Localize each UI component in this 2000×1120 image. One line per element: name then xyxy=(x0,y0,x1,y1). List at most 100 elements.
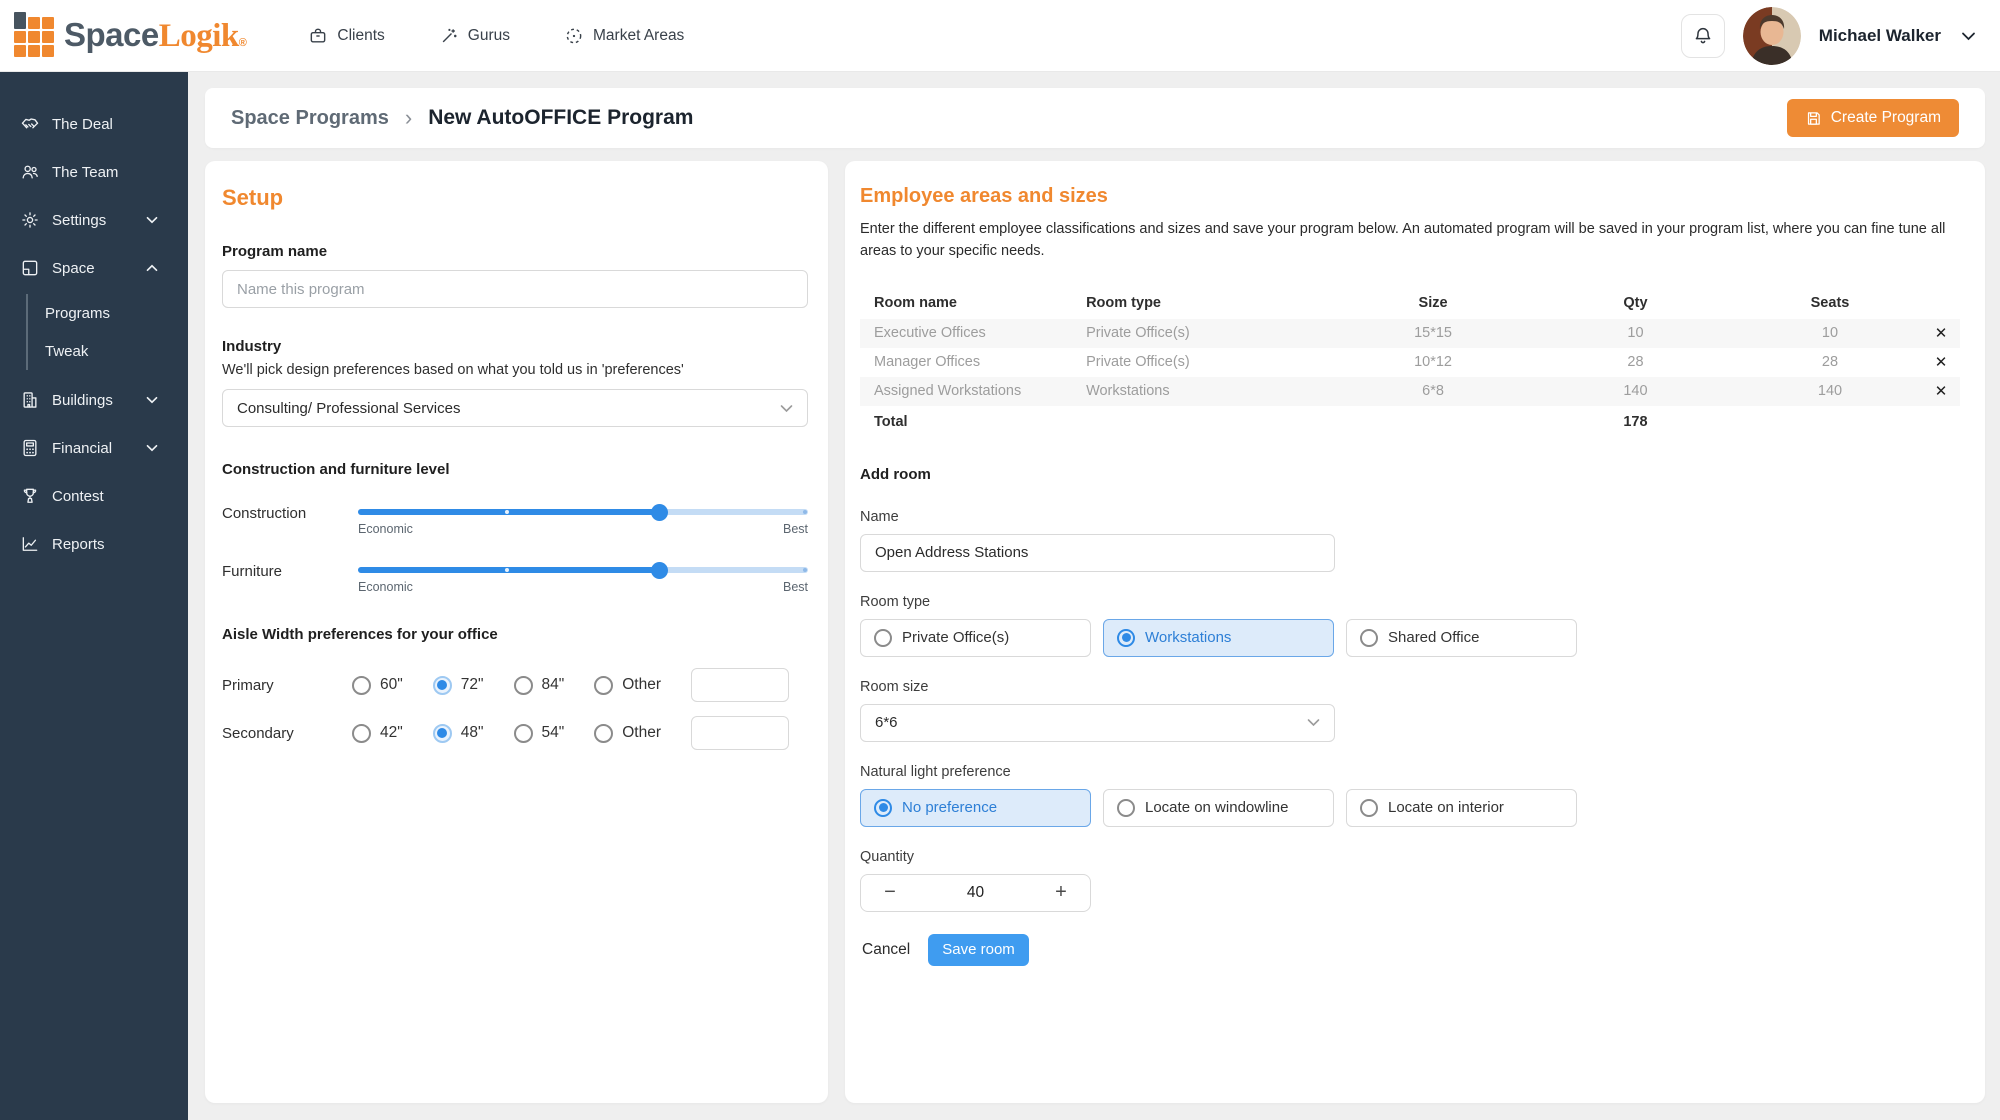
sidebar-item-label: Space xyxy=(52,260,95,277)
team-icon xyxy=(20,162,52,182)
chevron-down-icon[interactable] xyxy=(1961,31,1976,41)
room-name-label: Name xyxy=(860,509,1335,525)
program-name-input[interactable] xyxy=(222,270,808,308)
delete-row-button[interactable]: ✕ xyxy=(1922,382,1960,400)
sidebar-space-submenu: Programs Tweak xyxy=(26,294,188,370)
chevron-down-icon xyxy=(146,216,170,224)
breadcrumb-parent-link[interactable]: Space Programs xyxy=(231,107,389,130)
nav-market-areas[interactable]: Market Areas xyxy=(564,26,684,46)
light-option-interior[interactable]: Locate on interior xyxy=(1346,789,1577,827)
brand-logo-icon xyxy=(14,15,56,57)
construction-slider-handle[interactable] xyxy=(651,504,668,521)
room-size-select[interactable]: 6*6 xyxy=(860,704,1335,742)
table-total-row: Total 178 xyxy=(860,406,1960,438)
table-row: Manager Offices Private Office(s) 10*12 … xyxy=(860,348,1960,377)
industry-select-value: Consulting/ Professional Services xyxy=(237,400,460,417)
chevron-down-icon xyxy=(780,404,793,413)
create-program-button[interactable]: Create Program xyxy=(1787,99,1959,137)
slider-min-label: Economic xyxy=(358,580,413,594)
save-room-button[interactable]: Save room xyxy=(928,934,1029,966)
registered-mark: ® xyxy=(239,37,247,49)
room-name-input[interactable] xyxy=(860,534,1335,572)
chart-line-icon xyxy=(20,534,52,554)
construction-slider[interactable] xyxy=(358,509,808,515)
sidebar: The Deal The Team Settings Space Program… xyxy=(0,72,188,1120)
sidebar-item-label: Contest xyxy=(52,488,104,505)
user-avatar[interactable] xyxy=(1743,7,1801,65)
user-name[interactable]: Michael Walker xyxy=(1819,26,1941,46)
primary-aisle-option-84[interactable]: 84" xyxy=(514,676,565,695)
room-type-option-shared-office[interactable]: Shared Office xyxy=(1346,619,1577,657)
sidebar-item-the-team[interactable]: The Team xyxy=(0,148,188,196)
quantity-decrement-button[interactable]: − xyxy=(861,875,919,911)
construction-level-heading: Construction and furniture level xyxy=(222,461,808,478)
magic-wand-icon xyxy=(439,26,459,46)
sidebar-item-programs[interactable]: Programs xyxy=(45,294,188,332)
light-option-windowline[interactable]: Locate on windowline xyxy=(1103,789,1334,827)
radio-icon xyxy=(514,724,533,743)
secondary-aisle-option-42[interactable]: 42" xyxy=(352,724,403,743)
radio-selected-icon xyxy=(433,724,452,743)
chevron-down-icon xyxy=(146,396,170,404)
app-window: SpaceLogik® Clients Gurus Market Areas xyxy=(0,0,2000,1120)
sidebar-item-label: Reports xyxy=(52,536,105,553)
nav-gurus[interactable]: Gurus xyxy=(439,26,510,46)
primary-aisle-other-input[interactable] xyxy=(691,668,789,702)
radio-icon xyxy=(594,724,613,743)
secondary-aisle-other-input[interactable] xyxy=(691,716,789,750)
furniture-slider-label: Furniture xyxy=(222,562,338,580)
room-type-option-private-offices[interactable]: Private Office(s) xyxy=(860,619,1091,657)
delete-row-button[interactable]: ✕ xyxy=(1922,353,1960,371)
secondary-aisle-option-54[interactable]: 54" xyxy=(514,724,565,743)
furniture-slider[interactable] xyxy=(358,567,808,573)
trophy-icon xyxy=(20,486,52,506)
save-icon xyxy=(1805,110,1822,127)
sidebar-item-contest[interactable]: Contest xyxy=(0,472,188,520)
light-option-no-preference[interactable]: No preference xyxy=(860,789,1091,827)
employee-areas-card: Employee areas and sizes Enter the diffe… xyxy=(845,161,1985,1103)
radio-icon xyxy=(1360,629,1378,647)
radio-icon xyxy=(514,676,533,695)
sidebar-item-the-deal[interactable]: The Deal xyxy=(0,100,188,148)
employee-areas-title: Employee areas and sizes xyxy=(860,185,1960,208)
sidebar-item-reports[interactable]: Reports xyxy=(0,520,188,568)
nav-gurus-label: Gurus xyxy=(468,27,510,45)
primary-aisle-option-other[interactable]: Other xyxy=(594,676,661,695)
total-qty: 178 xyxy=(1533,414,1738,430)
table-row: Executive Offices Private Office(s) 15*1… xyxy=(860,319,1960,348)
furniture-slider-handle[interactable] xyxy=(651,562,668,579)
sidebar-item-label: Buildings xyxy=(52,392,113,409)
sidebar-item-settings[interactable]: Settings xyxy=(0,196,188,244)
breadcrumb-bar: Space Programs › New AutoOFFICE Program … xyxy=(205,88,1985,148)
sidebar-item-buildings[interactable]: Buildings xyxy=(0,376,188,424)
radio-icon xyxy=(874,629,892,647)
primary-aisle-option-60[interactable]: 60" xyxy=(352,676,403,695)
radio-icon xyxy=(594,676,613,695)
sidebar-item-tweak[interactable]: Tweak xyxy=(45,332,188,370)
cancel-button[interactable]: Cancel xyxy=(860,937,912,963)
sidebar-item-space[interactable]: Space xyxy=(0,244,188,292)
rooms-table-header: Room name Room type Size Qty Seats xyxy=(860,287,1960,319)
aisle-heading: Aisle Width preferences for your office xyxy=(222,626,808,643)
sidebar-item-label: The Deal xyxy=(52,116,113,133)
brand-logo[interactable]: SpaceLogik® xyxy=(14,15,246,57)
sidebar-item-label: The Team xyxy=(52,164,118,181)
sidebar-item-financial[interactable]: Financial xyxy=(0,424,188,472)
delete-row-button[interactable]: ✕ xyxy=(1922,324,1960,342)
room-size-label: Room size xyxy=(860,679,1335,695)
secondary-aisle-option-48[interactable]: 48" xyxy=(433,724,484,743)
chevron-down-icon xyxy=(146,444,170,452)
quantity-label: Quantity xyxy=(860,849,1960,865)
industry-select[interactable]: Consulting/ Professional Services xyxy=(222,389,808,427)
setup-title: Setup xyxy=(222,185,808,211)
quantity-stepper: − 40 + xyxy=(860,874,1091,912)
radio-selected-icon xyxy=(1117,629,1135,647)
primary-aisle-option-72[interactable]: 72" xyxy=(433,676,484,695)
room-type-option-workstations[interactable]: Workstations xyxy=(1103,619,1334,657)
primary-aisle-row: Primary 60" 72" 84" Other xyxy=(222,661,808,709)
notifications-button[interactable] xyxy=(1681,14,1725,58)
nav-clients[interactable]: Clients xyxy=(308,26,384,46)
quantity-increment-button[interactable]: + xyxy=(1032,875,1090,911)
secondary-aisle-option-other[interactable]: Other xyxy=(594,724,661,743)
chevron-down-icon xyxy=(1307,718,1320,727)
